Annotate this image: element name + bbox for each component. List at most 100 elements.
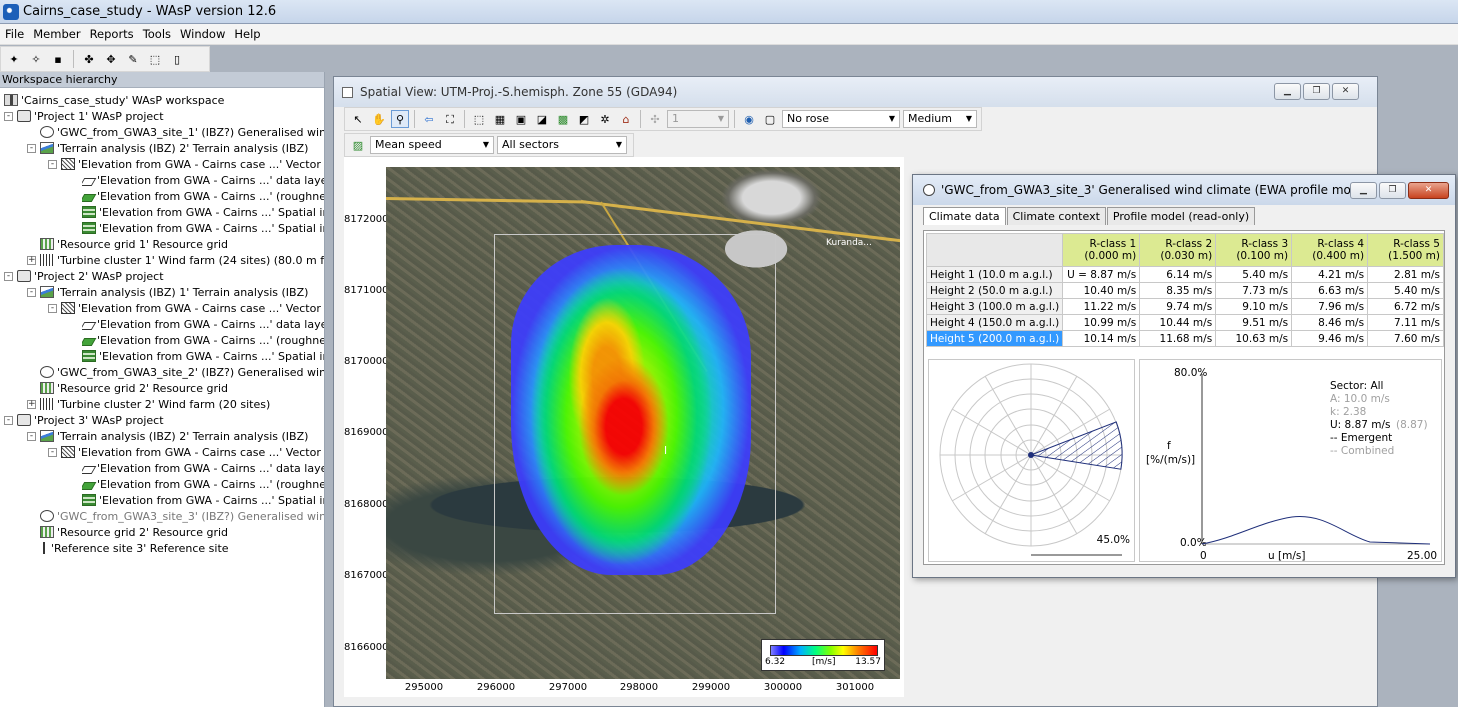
- tree-item[interactable]: 'Elevation from GWA - Cairns ...' Spatia…: [82, 349, 324, 365]
- frame-icon[interactable]: ▢: [761, 110, 779, 128]
- table-row[interactable]: Height 1 (10.0 m a.g.l.) U = 8.87 m/s 6.…: [925, 266, 1444, 283]
- rose-size-select[interactable]: Medium: [903, 110, 977, 128]
- tree-item[interactable]: 'Elevation from GWA - Cairns ...' data l…: [82, 317, 324, 333]
- tree-item[interactable]: 'Elevation from GWA - Cairns ...' Spatia…: [82, 221, 324, 237]
- add-member-icon[interactable]: ✤: [80, 50, 98, 68]
- tree-item[interactable]: 'Terrain analysis (IBZ) 2' Terrain analy…: [40, 429, 324, 445]
- row-header[interactable]: Height 1 (10.0 m a.g.l.): [925, 266, 1064, 283]
- restore-button[interactable]: ❐: [1303, 83, 1330, 100]
- close-button[interactable]: ✕: [1332, 83, 1359, 100]
- column-header[interactable]: R-class 5 (1.500 m): [1367, 233, 1444, 267]
- tree-item[interactable]: 'Elevation from GWA - Cairns ...' Spatia…: [82, 493, 324, 509]
- table-cell[interactable]: 5.40 m/s: [1367, 282, 1444, 299]
- table-cell[interactable]: 9.10 m/s: [1215, 298, 1293, 315]
- map-canvas[interactable]: 8172000 8171000 8170000 8169000 8168000 …: [344, 157, 904, 697]
- turbine-icon[interactable]: ✲: [596, 110, 614, 128]
- rose-select[interactable]: No rose: [782, 110, 900, 128]
- menu-reports[interactable]: Reports: [85, 27, 138, 41]
- layer-icon[interactable]: ▣: [512, 110, 530, 128]
- collapse-node-button[interactable]: -: [27, 144, 36, 153]
- row-header[interactable]: Height 2 (50.0 m a.g.l.): [925, 282, 1064, 299]
- collapse-node-button[interactable]: -: [4, 272, 13, 281]
- tree-item[interactable]: 'Cairns_case_study' WAsP workspace: [4, 93, 311, 109]
- tab-profile-model[interactable]: Profile model (read-only): [1106, 207, 1256, 225]
- window-tile-icon[interactable]: ⬚: [146, 50, 164, 68]
- tree-item[interactable]: 'GWC_from_GWA3_site_2' (IBZ?) Generalise…: [40, 365, 324, 381]
- tree-item[interactable]: 'Elevation from GWA - Cairns ...' data l…: [82, 461, 324, 477]
- resource-grid-icon[interactable]: ▩: [554, 110, 572, 128]
- tree-item[interactable]: 'Elevation from GWA - Cairns case ...' V…: [61, 445, 324, 461]
- tree-item[interactable]: 'Resource grid 2' Resource grid: [40, 381, 324, 397]
- collapse-node-button[interactable]: -: [4, 416, 13, 425]
- table-cell[interactable]: 11.68 m/s: [1139, 330, 1217, 347]
- zoom-back-icon[interactable]: ⇦: [420, 110, 438, 128]
- site-icon[interactable]: ⌂: [617, 110, 635, 128]
- tree-item[interactable]: 'Resource grid 1' Resource grid: [40, 237, 324, 253]
- zoom-icon[interactable]: ⚲: [391, 110, 409, 128]
- open-workspace-icon[interactable]: ✧: [27, 50, 45, 68]
- tree-item[interactable]: 'Elevation from GWA - Cairns case ...' V…: [61, 301, 324, 317]
- new-workspace-icon[interactable]: ✦: [5, 50, 23, 68]
- menu-help[interactable]: Help: [229, 27, 264, 41]
- table-row[interactable]: Height 3 (100.0 m a.g.l.) 11.22 m/s 9.74…: [925, 298, 1444, 315]
- tree-item[interactable]: 'Terrain analysis (IBZ) 1' Terrain analy…: [40, 285, 324, 301]
- table-cell[interactable]: 7.96 m/s: [1291, 298, 1369, 315]
- minimize-button[interactable]: ▁: [1350, 182, 1377, 199]
- result-grid-icon[interactable]: ▨: [349, 136, 367, 154]
- sector-select[interactable]: All sectors: [497, 136, 627, 154]
- reference-site-marker-icon[interactable]: I: [664, 445, 667, 457]
- tree-item[interactable]: 'Elevation from GWA - Cairns ...' Spatia…: [82, 205, 324, 221]
- expand-node-button[interactable]: +: [27, 256, 36, 265]
- tree-item[interactable]: 'Project 3' WAsP project: [17, 413, 324, 429]
- table-cell[interactable]: 9.74 m/s: [1139, 298, 1217, 315]
- table-cell[interactable]: 7.11 m/s: [1367, 314, 1444, 331]
- table-cell[interactable]: 6.72 m/s: [1367, 298, 1444, 315]
- table-cell[interactable]: 4.21 m/s: [1291, 266, 1369, 283]
- image-icon[interactable]: ◩: [575, 110, 593, 128]
- collapse-node-button[interactable]: -: [48, 304, 57, 313]
- column-header[interactable]: R-class 3 (0.100 m): [1215, 233, 1293, 267]
- tree-item[interactable]: 'GWC_from_GWA3_site_3' (IBZ?) Generalise…: [40, 509, 324, 525]
- restore-button[interactable]: ❐: [1379, 182, 1406, 199]
- tree-item[interactable]: 'Elevation from GWA - Cairns ...' (rough…: [82, 333, 324, 349]
- expand-node-button[interactable]: +: [27, 400, 36, 409]
- link-member-icon[interactable]: ✎: [124, 50, 142, 68]
- table-cell[interactable]: 11.22 m/s: [1062, 298, 1141, 315]
- table-cell[interactable]: 7.73 m/s: [1215, 282, 1293, 299]
- table-cell[interactable]: 10.99 m/s: [1062, 314, 1141, 331]
- menu-tools[interactable]: Tools: [138, 27, 175, 41]
- tree-item[interactable]: 'Reference site 3' Reference site: [40, 541, 324, 557]
- tree-item[interactable]: 'Elevation from GWA - Cairns case ...' V…: [61, 157, 324, 173]
- zoom-extents-icon[interactable]: ⛶: [441, 110, 459, 128]
- tab-climate-data[interactable]: Climate data: [923, 207, 1006, 225]
- tree-item[interactable]: 'Project 2' WAsP project: [17, 269, 324, 285]
- globe-icon[interactable]: ◉: [740, 110, 758, 128]
- table-row[interactable]: Height 5 (200.0 m a.g.l.) 10.14 m/s 11.6…: [925, 330, 1444, 347]
- table-cell[interactable]: 6.14 m/s: [1139, 266, 1217, 283]
- save-icon[interactable]: ▪: [49, 50, 67, 68]
- table-cell[interactable]: 5.40 m/s: [1215, 266, 1293, 283]
- table-cell[interactable]: 8.35 m/s: [1139, 282, 1217, 299]
- weibull-distribution-panel[interactable]: 80.0% 0.0% 0 u [m/s] 25.00 f [%/(m/s)] S…: [1139, 359, 1442, 562]
- table-cell[interactable]: 9.46 m/s: [1291, 330, 1369, 347]
- table-cell[interactable]: 10.14 m/s: [1062, 330, 1141, 347]
- table-cell[interactable]: 10.40 m/s: [1062, 282, 1141, 299]
- table-row[interactable]: Height 4 (150.0 m a.g.l.) 10.99 m/s 10.4…: [925, 314, 1444, 331]
- collapse-node-button[interactable]: -: [27, 432, 36, 441]
- tree-item[interactable]: 'Turbine cluster 1' Wind farm (24 sites)…: [40, 253, 324, 269]
- draw-icon[interactable]: ◪: [533, 110, 551, 128]
- collapse-node-button[interactable]: -: [48, 448, 57, 457]
- table-cell[interactable]: 10.63 m/s: [1215, 330, 1293, 347]
- column-header[interactable]: R-class 1 (0.000 m): [1062, 233, 1141, 267]
- row-header-selected[interactable]: Height 5 (200.0 m a.g.l.): [925, 330, 1064, 347]
- insert-member-icon[interactable]: ✥: [102, 50, 120, 68]
- collapse-node-button[interactable]: -: [27, 288, 36, 297]
- column-header[interactable]: R-class 2 (0.030 m): [1139, 233, 1217, 267]
- report-icon[interactable]: ▯: [168, 50, 186, 68]
- menu-member[interactable]: Member: [28, 27, 84, 41]
- tree-item[interactable]: 'GWC_from_GWA3_site_1' (IBZ?) Generalise…: [40, 125, 324, 141]
- table-cell[interactable]: 8.46 m/s: [1291, 314, 1369, 331]
- wind-rose-panel[interactable]: 45.0%: [928, 359, 1135, 562]
- collapse-node-button[interactable]: -: [48, 160, 57, 169]
- menu-file[interactable]: File: [0, 27, 28, 41]
